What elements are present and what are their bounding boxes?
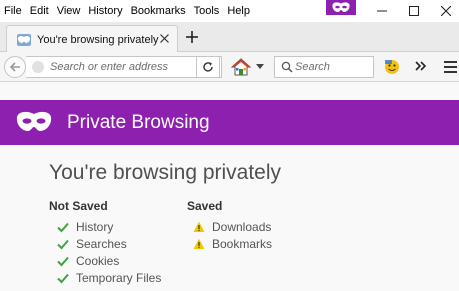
close-icon [160,34,169,43]
private-browsing-banner: Private Browsing [0,100,459,145]
back-button[interactable] [4,56,26,78]
url-input[interactable] [50,57,198,77]
list-item-label: Temporary Files [76,271,162,285]
saved-heading: Saved [187,199,223,213]
not-saved-heading: Not Saved [49,199,108,213]
checkmark-icon [57,239,69,250]
maximize-icon [409,6,419,16]
tab-title: You're browsing privately [37,33,159,46]
tab-strip: You're browsing privately [0,22,459,53]
home-dropdown-icon[interactable] [256,64,264,69]
new-tab-button[interactable] [182,27,202,47]
warning-icon [193,221,205,232]
search-input[interactable] [295,57,373,77]
search-bar[interactable] [274,56,374,78]
checkmark-icon [57,222,69,233]
browser-window: File Edit View History Bookmarks Tools H… [0,0,459,291]
search-icon [281,61,293,73]
url-bar[interactable] [26,56,222,78]
private-browsing-indicator [326,0,356,15]
banner-title: Private Browsing [67,112,210,133]
minimize-button[interactable] [370,2,394,20]
menu-history[interactable]: History [84,3,126,19]
private-mask-icon [16,111,52,131]
menu-edit[interactable]: Edit [26,3,53,19]
reload-button[interactable] [196,56,220,78]
extension-icon [385,60,399,74]
checkmark-icon [57,256,69,267]
plus-icon [186,31,198,43]
private-tab-favicon-icon [17,33,31,46]
reload-icon [203,62,213,72]
menu-bar: File Edit View History Bookmarks Tools H… [0,0,459,22]
menu-help[interactable]: Help [223,3,254,19]
hamburger-icon [444,61,457,63]
tab-close-button[interactable] [160,32,169,46]
menu-bookmarks[interactable]: Bookmarks [127,3,190,19]
checkmark-icon [57,273,69,284]
maximize-button[interactable] [402,2,426,20]
page-title: You're browsing privately [49,161,282,184]
list-item-label: Searches [76,237,127,251]
not-saved-item-history: History [57,220,113,234]
private-mask-icon [332,2,350,13]
saved-item-bookmarks: Bookmarks [193,237,272,251]
menu-file[interactable]: File [0,3,26,19]
close-icon [441,6,451,16]
not-saved-item-cookies: Cookies [57,254,119,268]
close-window-button[interactable] [434,2,458,20]
back-arrow-icon [9,62,20,72]
tab-private-browsing[interactable]: You're browsing privately [6,25,178,53]
toolbar-overflow-button[interactable] [412,58,428,76]
site-identity-icon[interactable] [32,61,44,73]
saved-item-downloads: Downloads [193,220,271,234]
list-item-label: Cookies [76,254,120,268]
not-saved-item-searches: Searches [57,237,127,251]
navigation-toolbar [0,52,459,82]
list-item-label: Downloads [212,220,272,234]
extension-button[interactable] [383,58,401,76]
list-item-label: Bookmarks [212,237,273,251]
not-saved-item-temporary-files: Temporary Files [57,271,161,285]
menu-tools[interactable]: Tools [190,3,224,19]
warning-icon [193,238,205,249]
home-button[interactable] [230,57,252,77]
home-icon [230,58,252,76]
minimize-icon [377,10,387,12]
menu-button[interactable] [444,61,459,73]
chevron-double-right-icon [414,61,426,71]
menu-view[interactable]: View [53,3,85,19]
list-item-label: History [76,220,114,234]
page-content: Private Browsing You're browsing private… [0,82,459,291]
